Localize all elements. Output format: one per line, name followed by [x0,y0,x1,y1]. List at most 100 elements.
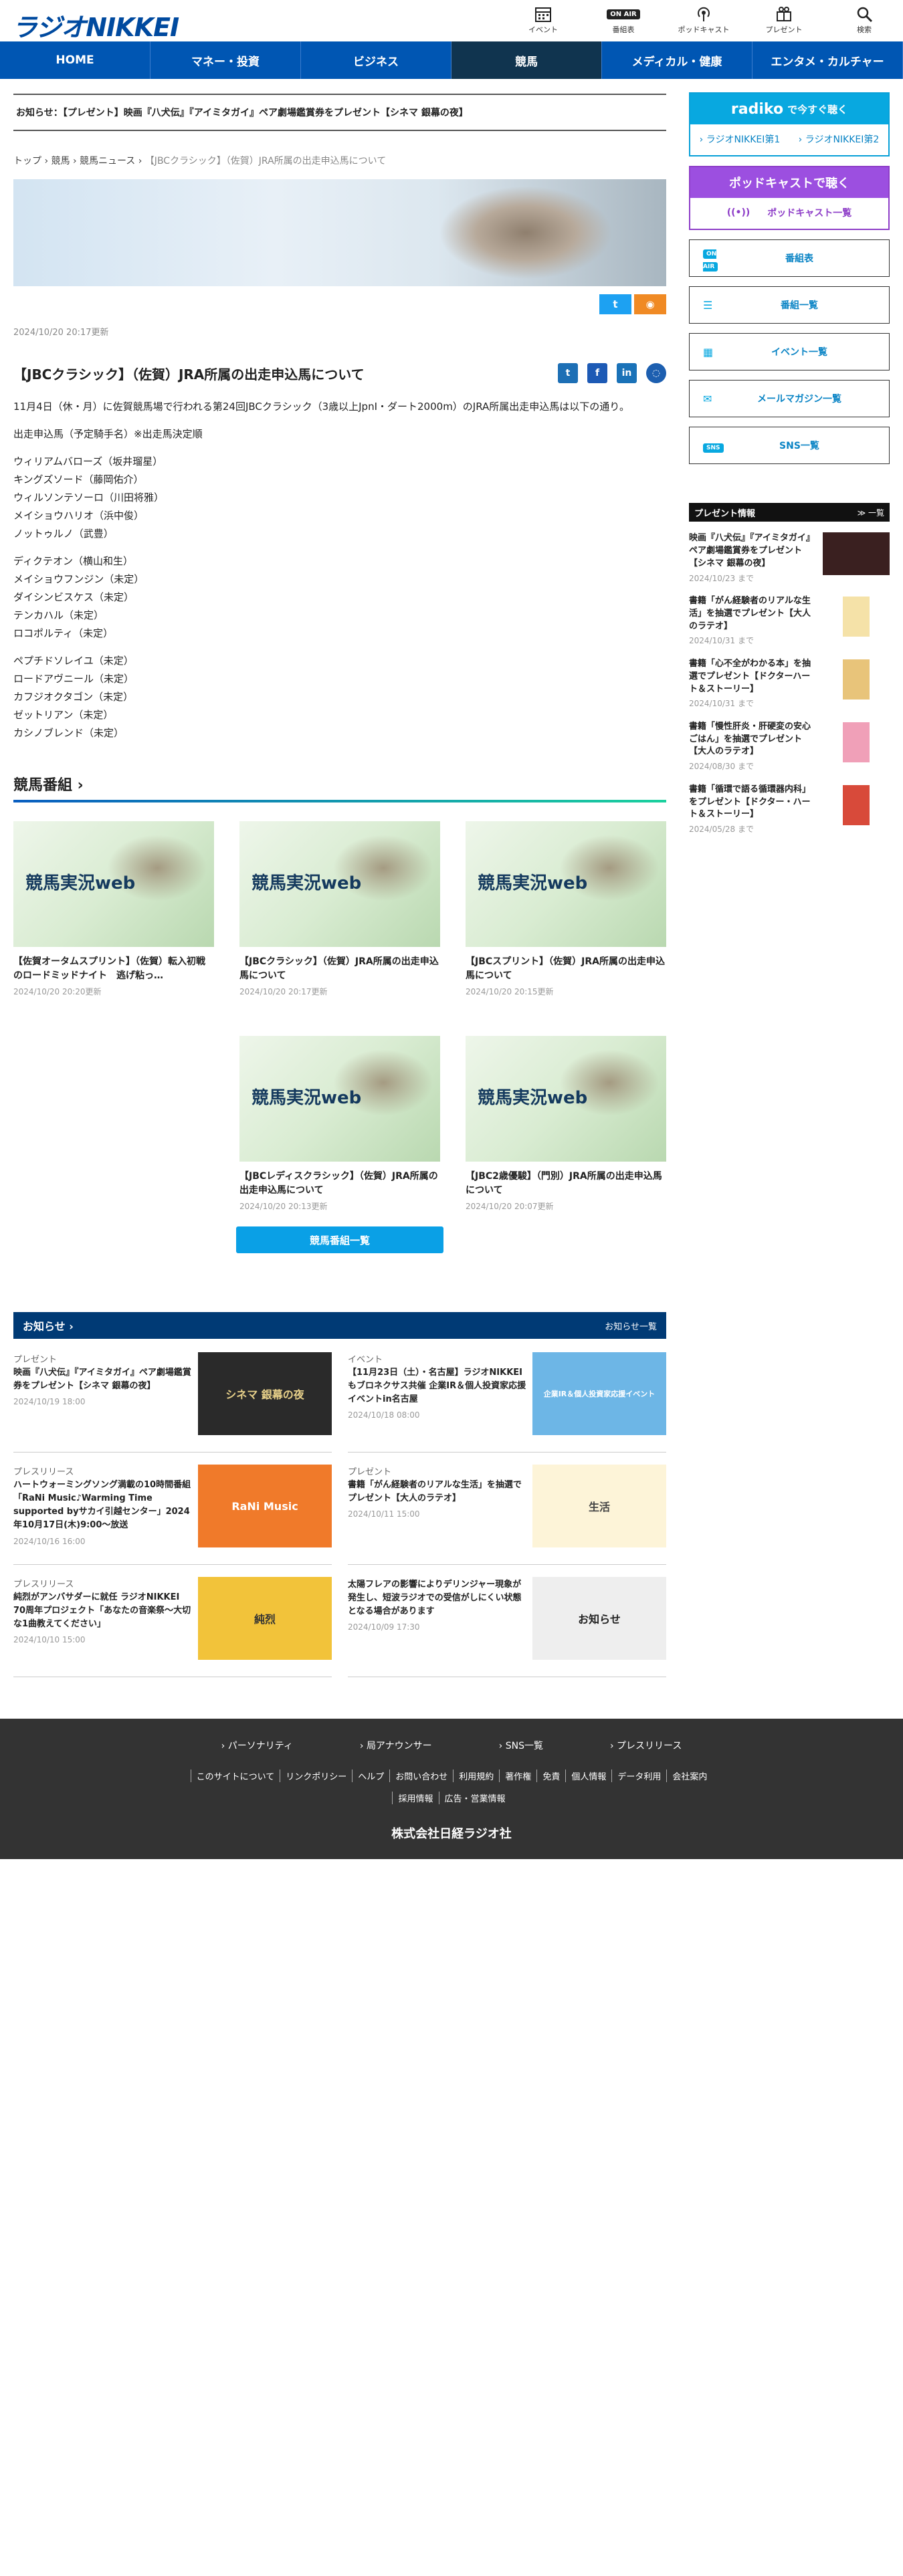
podcast-nav[interactable]: ポッドキャスト [677,4,730,35]
schedule-label: 番組表 [612,25,635,34]
section-title[interactable]: 競馬番組 › [13,773,666,802]
footer-sublink[interactable]: 広告・営業情報 [438,1792,511,1804]
thumb-text: 競馬実況web [252,1088,362,1108]
present-item[interactable]: 書籍「慢性肝炎・肝硬変の安心ごはん」を抽選でプレゼント【大人のラテオ】 2024/… [689,721,890,773]
program-card[interactable]: 競馬実況web 【JBCクラシック】（佐賀）JRA所属の出走申込馬について 20… [239,821,440,997]
news-header: お知らせ › お知らせ一覧 [13,1312,666,1339]
program-card[interactable]: 競馬実況web 【佐賀オータムスプリント】（佐賀）転入初戦のロードミッドナイト … [13,821,214,997]
search-nav[interactable]: 検索 [837,4,891,35]
present-nav[interactable]: プレゼント [757,4,811,35]
notice-bar[interactable]: お知らせ：【プレゼント】映画『八犬伝』『アイミタガイ』ペア劇場鑑賞券をプレゼント… [13,94,666,131]
podcast-list-link[interactable]: ((•)) ポッドキャスト一覧 [690,198,888,219]
nav-money[interactable]: マネー・投資 [150,41,301,79]
program-cards: 競馬実況web 【佐賀オータムスプリント】（佐賀）転入初戦のロードミッドナイト … [13,821,666,1212]
event-list-button[interactable]: ▦ イベント一覧 [689,333,890,370]
footer-sublink[interactable]: 免責 [536,1769,565,1782]
calendar-icon [516,4,570,24]
news-category: プレスリリース [13,1580,74,1590]
search-icon [837,4,891,24]
program-list-button[interactable]: ☰ 番組一覧 [689,286,890,324]
news-more-link[interactable]: お知らせ一覧 [605,1319,657,1332]
footer-sublink[interactable]: 利用規約 [453,1769,499,1782]
footer-link[interactable]: › パーソナリティ [221,1739,293,1752]
rss-icon[interactable]: ◉ [634,294,666,314]
radiko-link-1[interactable]: › ラジオNIKKEI第1 [700,132,781,146]
footer-link[interactable]: › プレスリリース [610,1739,682,1752]
mailmag-button[interactable]: ✉ メールマガジン一覧 [689,380,890,417]
news-item[interactable]: プレスリリース ハートウォーミングソング満載の10時間番組「RaNi Music♪… [13,1465,332,1565]
news-category: プレゼント [13,1355,58,1365]
footer-sublink[interactable]: お問い合わせ [389,1769,453,1782]
footer-link[interactable]: › 局アナウンサー [360,1739,432,1752]
facebook-share-icon[interactable]: f [587,363,607,383]
thumb-text: 競馬実況web [478,873,588,893]
article-title: 【JBCクラシック】（佐賀）JRA所属の出走申込馬について [13,366,365,383]
nav-entertainment[interactable]: エンタメ・カルチャー [752,41,903,79]
news-text: プレゼント 書籍「がん経験者のリアルな生活」を抽選でプレゼント【大人のラテオ】 20… [348,1465,528,1552]
horse-entry: ダイシンビスケス（未定） [13,591,134,603]
news-text: プレスリリース ハートウォーミングソング満載の10時間番組「RaNi Music♪… [13,1465,194,1552]
radiko-header[interactable]: radiko で今すぐ聴く [690,94,888,124]
article-header: 【JBCクラシック】（佐賀）JRA所属の出走申込馬について t f in ◌ [13,363,666,383]
present-item-date: 2024/10/23 まで [689,573,754,583]
news-item[interactable]: プレゼント 書籍「がん経験者のリアルな生活」を抽選でプレゼント【大人のラテオ】 20… [348,1465,666,1565]
search-label: 検索 [857,25,872,34]
nav-home[interactable]: HOME [0,41,150,79]
news-item[interactable]: プレゼント 映画『八犬伝』『アイミタガイ』ペア劇場鑑賞券をプレゼント【シネマ 銀幕… [13,1352,332,1453]
news-thumb: RaNi Music [198,1465,332,1547]
program-card[interactable]: 競馬実況web 【JBC2歳優駿】（門別）JRA所属の出走申込馬について 202… [466,1036,666,1212]
more-programs-button[interactable]: 競馬番組一覧 [236,1226,443,1253]
footer-sublink[interactable]: 著作権 [499,1769,536,1782]
schedule-nav[interactable]: ON AIR 番組表 [597,4,650,35]
radiko-link-2[interactable]: › ラジオNIKKEI第2 [799,132,880,146]
crumb-keiba[interactable]: 競馬 [52,156,70,167]
news-category: イベント [348,1355,383,1365]
footer-sublink[interactable]: 会社案内 [666,1769,712,1782]
site-logo[interactable]: ラジオNIKKEI [12,7,179,43]
horse-group-2: ディクテオン（横山和生） メイショウフンジン（未定） ダイシンビスケス（未定） … [13,552,666,643]
crumb-top[interactable]: トップ [13,156,41,167]
twitter-share-icon[interactable]: t [558,363,578,383]
share-buttons: t f in ◌ [558,363,666,383]
nav-business[interactable]: ビジネス [301,41,452,79]
news-item[interactable]: イベント 【11月23日（土）・名古屋】ラジオNIKKEIもブロネクサス共催 企業… [348,1352,666,1453]
footer-sublink[interactable]: リンクポリシー [280,1769,352,1782]
news-thumb: シネマ 銀幕の夜 [198,1352,332,1435]
present-item-title: 書籍「慢性肝炎・肝硬変の安心ごはん」を抽選でプレゼント【大人のラテオ】 [689,721,811,757]
present-item[interactable]: 書籍「循環で語る循環器内科」をプレゼント【ドクター・ハート＆ストーリー】 2024… [689,784,890,836]
onair-small-badge: ON AIR [703,249,718,272]
event-nav[interactable]: イベント [516,4,570,35]
footer-link[interactable]: › SNS一覧 [499,1739,543,1752]
present-more-link[interactable]: ≫ 一覧 [858,507,884,518]
sns-button[interactable]: SNS SNS一覧 [689,427,890,464]
program-card[interactable]: 競馬実況web 【JBCレディスクラシック】（佐賀）JRA所属の出走申込馬につい… [239,1036,440,1212]
schedule-button[interactable]: ON AIR 番組表 [689,239,890,277]
podcast-label: ポッドキャスト [678,25,730,34]
hero-image [13,179,666,286]
footer-sublink[interactable]: 個人情報 [565,1769,611,1782]
nav-medical[interactable]: メディカル・健康 [602,41,752,79]
program-list-label: 番組一覧 [781,300,818,311]
news-list: プレゼント 映画『八犬伝』『アイミタガイ』ペア劇場鑑賞券をプレゼント【シネマ 銀幕… [13,1352,666,1689]
footer-sublink[interactable]: データ利用 [611,1769,666,1782]
twitter-icon[interactable]: t [599,294,631,314]
footer-sublink[interactable]: ヘルプ [352,1769,389,1782]
present-item[interactable]: 映画『八犬伝』『アイミタガイ』ペア劇場鑑賞券をプレゼント【シネマ 銀幕の夜】 20… [689,532,890,584]
horse-image [439,186,613,280]
linkedin-share-icon[interactable]: in [617,363,637,383]
footer-sublink[interactable]: このサイトについて [190,1769,280,1782]
crumb-news[interactable]: 競馬ニュース [80,156,135,167]
news-text: プレゼント 映画『八犬伝』『アイミタガイ』ペア劇場鑑賞券をプレゼント【シネマ 銀幕… [13,1352,194,1440]
program-card[interactable]: 競馬実況web 【JBCスプリント】（佐賀）JRA所属の出走申込馬について 20… [466,821,666,997]
present-item-title: 映画『八犬伝』『アイミタガイ』ペア劇場鑑賞券をプレゼント【シネマ 銀幕の夜】 [689,533,811,568]
present-item[interactable]: 書籍「心不全がわかる本」を抽選でプレゼント【ドクターハート＆ストーリー】 2024… [689,658,890,710]
podcast-header[interactable]: ポッドキャストで聴く [690,167,888,198]
line-share-icon[interactable]: ◌ [646,363,666,383]
present-item[interactable]: 書籍「がん経験者のリアルな生活」を抽選でプレゼント【大人のラテオ】 2024/10… [689,595,890,647]
news-item[interactable]: プレスリリース 純烈がアンバサダーに就任 ラジオNIKKEI 70周年プロジェクト… [13,1577,332,1677]
nav-keiba[interactable]: 競馬 [452,41,602,79]
horse-entry: ゼットリアン（未定） [13,709,114,721]
footer-sublink[interactable]: 採用情報 [392,1792,438,1804]
news-item[interactable]: 太陽フレアの影響によりデリンジャー現象が発生し、短波ラジオでの受信がしにくい状態… [348,1577,666,1677]
news-title[interactable]: お知らせ › [23,1317,74,1333]
